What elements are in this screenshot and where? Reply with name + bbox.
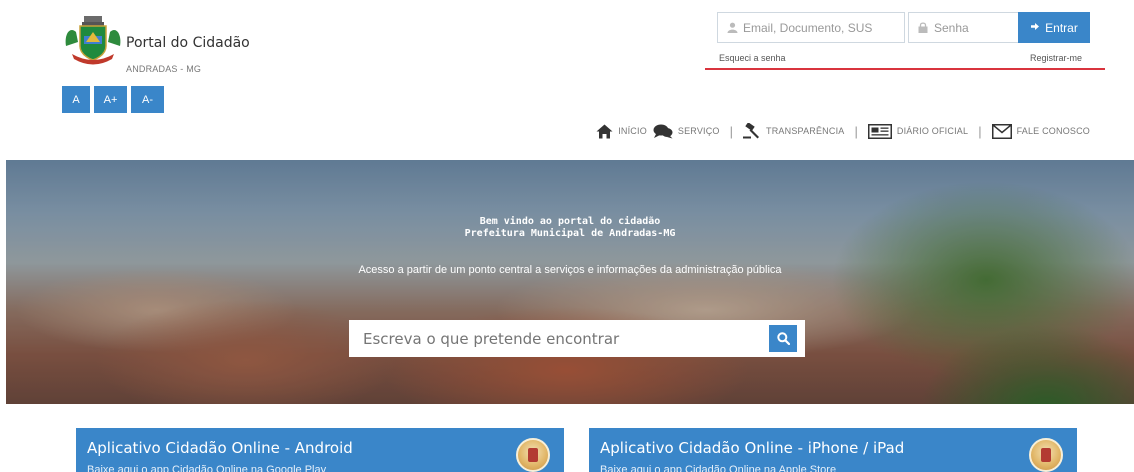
login-submit-label: Entrar <box>1045 20 1078 35</box>
email-field[interactable]: Email, Documento, SUS <box>717 12 905 43</box>
portal-title[interactable]: Portal do Cidadão <box>126 35 250 51</box>
newspaper-icon <box>867 123 892 139</box>
header-divider <box>705 68 1105 70</box>
chat-icon <box>653 124 673 139</box>
ios-app-card[interactable]: Aplicativo Cidadão Online - iPhone / iPa… <box>589 428 1077 472</box>
font-increase-button[interactable]: A+ <box>94 86 127 113</box>
hero-banner: Bem vindo ao portal do cidadão Prefeitur… <box>6 160 1134 404</box>
nav-item-transparencia[interactable]: TRANSPARÊNCIA <box>743 123 844 139</box>
ios-card-title: Aplicativo Cidadão Online - iPhone / iPa… <box>600 439 905 457</box>
nav-label-inicio: INÍCIO <box>618 126 647 136</box>
nav-item-servico[interactable]: SERVIÇO <box>653 124 720 139</box>
city-coat-of-arms-logo[interactable] <box>62 12 124 72</box>
hero-title-line-2: Prefeitura Municipal de Andradas-MG <box>464 228 676 239</box>
nav-separator: | <box>729 123 734 139</box>
login-submit-button[interactable]: Entrar <box>1018 12 1090 43</box>
android-card-title: Aplicativo Cidadão Online - Android <box>87 439 353 457</box>
font-normal-button[interactable]: A <box>62 86 90 113</box>
search-button[interactable] <box>769 325 797 352</box>
gavel-icon <box>743 123 761 139</box>
nav-label-fale-conosco: FALE CONOSCO <box>1016 126 1090 136</box>
email-placeholder: Email, Documento, SUS <box>743 20 873 35</box>
nav-separator: | <box>978 123 982 139</box>
search-bar <box>349 320 805 357</box>
password-placeholder: Senha <box>934 20 969 35</box>
hero-title: Bem vindo ao portal do cidadão Prefeitur… <box>6 216 1134 240</box>
nav-item-fale-conosco[interactable]: FALE CONOSCO <box>991 123 1090 139</box>
main-nav: INÍCIO SERVIÇO | TRANSPARÊNCIA | DIÁRIO … <box>596 123 1090 139</box>
register-link[interactable]: Registrar-me <box>1030 53 1082 63</box>
nav-item-inicio[interactable]: INÍCIO <box>596 124 647 139</box>
password-field[interactable]: Senha <box>908 12 1030 43</box>
forgot-password-link[interactable]: Esqueci a senha <box>719 53 786 63</box>
hero-background-image <box>6 160 1134 404</box>
ios-card-description: Baixe aqui o app Cidadão Online na Apple… <box>600 464 837 472</box>
search-icon <box>776 332 790 345</box>
envelope-icon <box>991 123 1012 139</box>
user-icon <box>726 22 738 34</box>
city-subtitle: ANDRADAS - MG <box>126 64 202 74</box>
home-icon <box>596 124 613 139</box>
nav-label-transparencia: TRANSPARÊNCIA <box>766 126 845 136</box>
search-input[interactable] <box>349 320 769 357</box>
hero-subtitle: Acesso a partir de um ponto central a se… <box>358 264 782 276</box>
nav-label-servico: SERVIÇO <box>677 126 720 136</box>
sign-in-icon <box>1030 21 1041 35</box>
font-decrease-button[interactable]: A- <box>131 86 164 113</box>
nav-separator: | <box>854 123 858 139</box>
nav-item-diario-oficial[interactable]: DIÁRIO OFICIAL <box>867 123 969 139</box>
app-mascot-icon <box>1029 438 1063 472</box>
nav-label-diario-oficial: DIÁRIO OFICIAL <box>896 126 969 136</box>
lock-icon <box>917 22 929 34</box>
font-size-controls: A A+ A- <box>62 86 164 113</box>
app-mascot-icon <box>516 438 550 472</box>
android-app-card[interactable]: Aplicativo Cidadão Online - Android Baix… <box>76 428 564 472</box>
android-card-description: Baixe aqui o app Cidadão Online na Googl… <box>87 464 327 472</box>
hero-title-line-1: Bem vindo ao portal do cidadão <box>479 216 661 227</box>
